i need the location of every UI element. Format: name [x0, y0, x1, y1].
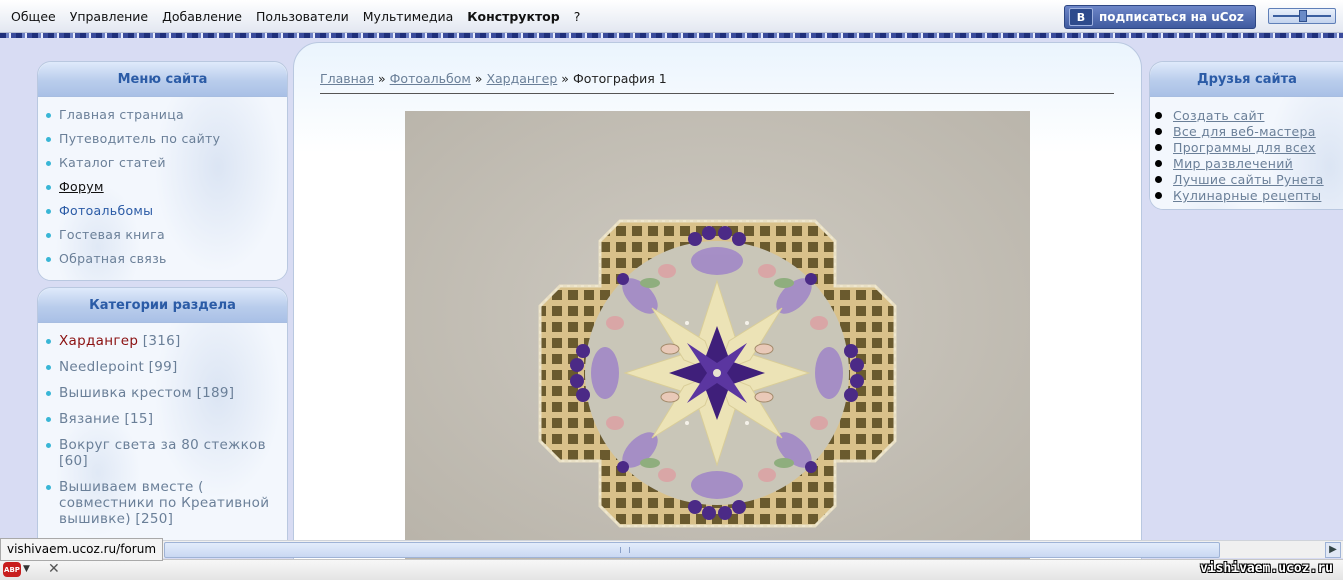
menu-item-guestbook[interactable]: Гостевая книга — [38, 223, 287, 247]
friend-link-webmaster[interactable]: Все для веб-мастера — [1150, 124, 1343, 140]
admin-menu-constructor[interactable]: Конструктор — [467, 9, 559, 24]
adblock-icon[interactable]: ABP — [3, 562, 21, 577]
browser-addon-bar: ABP ▼ ✕ vishivaem.ucoz.ru — [0, 559, 1343, 580]
subscribe-ucoz-button[interactable]: B подписаться на uCoz — [1064, 5, 1256, 29]
breadcrumb-divider — [320, 93, 1114, 94]
category-count: [15] — [124, 411, 154, 427]
breadcrumb-separator: » — [561, 71, 569, 86]
watermark: vishivaem.ucoz.ru — [1199, 561, 1333, 576]
close-icon[interactable]: ✕ — [48, 561, 60, 577]
breadcrumb-hardanger[interactable]: Хардангер — [486, 71, 557, 86]
admin-menu-add[interactable]: Добавление — [162, 9, 242, 24]
category-item[interactable]: Needlepoint [99] — [38, 359, 287, 375]
slider-knob[interactable] — [1299, 10, 1307, 22]
category-count: [250] — [135, 511, 174, 527]
site-menu-panel: Меню сайта Главная страница Путеводитель… — [37, 61, 288, 281]
admin-menu-multimedia[interactable]: Мультимедиа — [363, 9, 454, 24]
admin-menu-help[interactable]: ? — [574, 9, 581, 24]
breadcrumb-home[interactable]: Главная — [320, 71, 374, 86]
menu-item-home[interactable]: Главная страница — [38, 103, 287, 127]
breadcrumb-current: Фотография 1 — [572, 71, 667, 86]
site-menu-title: Меню сайта — [38, 62, 287, 97]
admin-menu-manage[interactable]: Управление — [70, 9, 148, 24]
menu-item-forum[interactable]: Форум — [38, 175, 287, 199]
breadcrumb-separator: » — [474, 71, 483, 86]
friend-link-recipes[interactable]: Кулинарные рецепты — [1150, 188, 1343, 204]
category-count: [60] — [59, 453, 88, 469]
friend-link-create-site[interactable]: Создать сайт — [1150, 108, 1343, 124]
category-link[interactable]: Хардангер — [59, 333, 138, 349]
category-link[interactable]: Needlepoint — [59, 359, 144, 375]
scrollbar-thumb[interactable] — [164, 542, 1220, 558]
vk-icon: B — [1069, 8, 1093, 26]
friend-link-programs[interactable]: Программы для всех — [1150, 140, 1343, 156]
category-item[interactable]: Вязание [15] — [38, 411, 287, 427]
categories-title: Категории раздела — [38, 288, 287, 323]
menu-item-feedback[interactable]: Обратная связь — [38, 247, 287, 271]
friend-link-entertainment[interactable]: Мир развлечений — [1150, 156, 1343, 172]
friends-title: Друзья сайта — [1150, 62, 1343, 97]
category-item[interactable]: Вокруг света за 80 стежков [60] — [38, 437, 287, 469]
category-item[interactable]: Хардангер [316] — [38, 333, 287, 349]
horizontal-scrollbar[interactable]: ▶ — [160, 540, 1343, 558]
category-count: [99] — [148, 359, 178, 375]
category-count: [189] — [196, 385, 235, 401]
breadcrumb-photoalbum[interactable]: Фотоальбом — [390, 71, 471, 86]
toolbar-slider[interactable] — [1268, 8, 1336, 24]
menu-item-articles[interactable]: Каталог статей — [38, 151, 287, 175]
adblock-dropdown-icon[interactable]: ▼ — [23, 564, 30, 574]
friend-link-best-sites[interactable]: Лучшие сайты Рунета — [1150, 172, 1343, 188]
breadcrumb-separator: » — [378, 71, 386, 86]
friends-body: Создать сайт Все для веб-мастера Програм… — [1150, 97, 1343, 209]
category-item[interactable]: Вышиваем вместе ( совместники по Креатив… — [38, 479, 287, 527]
decorative-header-strip — [0, 33, 1343, 38]
status-bar-url: vishivaem.ucoz.ru/forum — [0, 538, 164, 561]
main-content: Главная» Фотоальбом» Хардангер» Фотография … — [293, 42, 1142, 564]
scroll-right-arrow-icon[interactable]: ▶ — [1325, 542, 1341, 558]
menu-item-guide[interactable]: Путеводитель по сайту — [38, 127, 287, 151]
categories-body: Хардангер [316] Needlepoint [99] Вышивка… — [38, 323, 287, 548]
admin-menu: Общее Управление Добавление Пользователи… — [4, 0, 587, 32]
subscribe-label: подписаться на uCoz — [1099, 10, 1244, 24]
category-link[interactable]: Вокруг света за 80 стежков — [59, 437, 266, 453]
category-link[interactable]: Вышивка крестом — [59, 385, 192, 401]
admin-menu-users[interactable]: Пользователи — [256, 9, 349, 24]
site-menu-body: Главная страница Путеводитель по сайту К… — [38, 97, 287, 280]
category-item[interactable]: Вышивка крестом [189] — [38, 385, 287, 401]
scrollbar-grip-icon — [620, 547, 630, 553]
admin-menu-general[interactable]: Общее — [11, 9, 56, 24]
categories-panel: Категории раздела Хардангер [316] Needle… — [37, 287, 288, 549]
menu-item-photoalbums[interactable]: Фотоальбомы — [38, 199, 287, 223]
category-count: [316] — [142, 333, 181, 349]
friends-panel: Друзья сайта Создать сайт Все для веб-ма… — [1149, 61, 1343, 210]
category-link[interactable]: Вязание — [59, 411, 120, 427]
embroidery-photo[interactable] — [405, 111, 1030, 563]
admin-toolbar: Общее Управление Добавление Пользователи… — [0, 0, 1343, 33]
breadcrumb: Главная» Фотоальбом» Хардангер» Фотография … — [320, 71, 667, 86]
